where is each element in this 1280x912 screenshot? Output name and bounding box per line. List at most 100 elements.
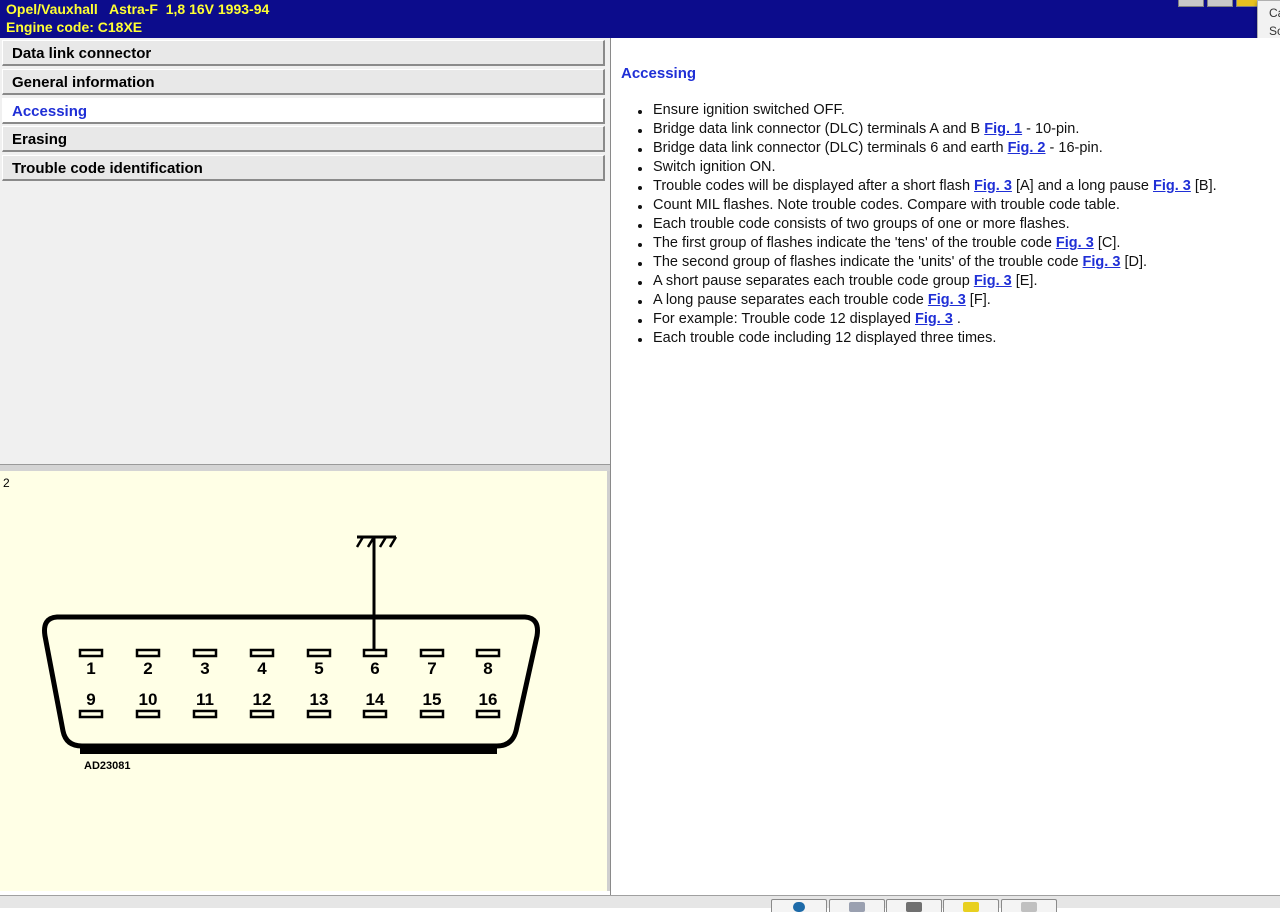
- figure-link[interactable]: Fig. 3: [974, 273, 1012, 289]
- instruction-text: Bridge data link connector (DLC) termina…: [653, 121, 985, 137]
- nav-item-trouble-code-identification[interactable]: Trouble code identification: [2, 155, 605, 181]
- globe-icon: [793, 902, 805, 912]
- instruction-text: - 10-pin.: [1022, 121, 1080, 137]
- pin-slot: [419, 648, 445, 658]
- pin-slot: [192, 648, 218, 658]
- engine-code: Engine code: C18XE: [6, 19, 143, 35]
- instruction-text: [E].: [1011, 273, 1038, 289]
- note-icon: [963, 902, 979, 912]
- instruction-item: For example: Trouble code 12 displayed F…: [637, 311, 1217, 330]
- pin-slot: [135, 648, 161, 658]
- figure-code: AD23081: [84, 760, 131, 772]
- instruction-item: The first group of flashes indicate the …: [637, 235, 1217, 254]
- print-icon: [906, 902, 922, 912]
- dlc-connector-diagram: 1 2 3 4 5 6 7 89 10 11 12 13 14 15 16: [42, 535, 540, 754]
- instruction-text: Each trouble code including 12 displayed…: [653, 330, 997, 346]
- nav-item-erasing[interactable]: Erasing: [2, 126, 605, 152]
- instruction-item: Bridge data link connector (DLC) termina…: [637, 121, 1217, 140]
- nav-item-label: General information: [12, 74, 155, 91]
- window-button-1[interactable]: [1178, 0, 1204, 7]
- instruction-text: Switch ignition ON.: [653, 159, 776, 175]
- instruction-item: Ensure ignition switched OFF.: [637, 102, 1217, 121]
- content-pane: Accessing Ensure ignition switched OFF. B…: [611, 38, 1280, 896]
- pin-label: 1: [86, 659, 95, 678]
- instruction-text: A short pause separates each trouble cod…: [653, 273, 974, 289]
- document-icon: [1021, 902, 1037, 912]
- window-button-2[interactable]: [1207, 0, 1233, 7]
- side-tip-line: Sc: [1269, 24, 1280, 38]
- pin-slot: [78, 648, 104, 658]
- instruction-text: [C].: [1093, 235, 1121, 251]
- figure-number: 2: [3, 476, 10, 490]
- nav-item-label: Data link connector: [12, 45, 152, 62]
- nav-item-data-link-connector[interactable]: Data link connector: [2, 40, 605, 66]
- bottom-toolbar: [0, 895, 1280, 912]
- figure-link[interactable]: Fig. 3: [1083, 254, 1121, 270]
- pin-slot: [362, 648, 388, 658]
- nav-item-general-information[interactable]: General information: [2, 69, 605, 95]
- figure-link[interactable]: Fig. 3: [915, 311, 953, 327]
- nav-item-label: Erasing: [12, 131, 68, 148]
- instruction-text: [B].: [1190, 178, 1217, 194]
- instruction-text: Count MIL flashes. Note trouble codes. C…: [653, 197, 1120, 213]
- figure-link[interactable]: Fig. 1: [984, 121, 1022, 137]
- pin-label: 11: [196, 690, 214, 709]
- pin-label: 14: [366, 690, 385, 709]
- instruction-item: Bridge data link connector (DLC) termina…: [637, 140, 1217, 159]
- pin-slot: [475, 709, 501, 719]
- instruction-list: Ensure ignition switched OFF. Bridge data…: [637, 102, 1217, 349]
- pencil-button[interactable]: [829, 899, 885, 912]
- nav-item-label: Accessing: [12, 103, 88, 120]
- content-title: Accessing: [621, 65, 697, 82]
- figure-link[interactable]: Fig. 3: [1056, 235, 1094, 251]
- instruction-text: - 16-pin.: [1045, 140, 1103, 156]
- note-button[interactable]: [943, 899, 999, 912]
- globe-button[interactable]: [771, 899, 827, 912]
- pin-label: 7: [427, 659, 436, 678]
- instruction-item: A long pause separates each trouble code…: [637, 292, 1217, 311]
- pin-slot: [362, 709, 388, 719]
- pin-label: 16: [479, 690, 498, 709]
- pin-slot: [249, 709, 275, 719]
- pin-label: 3: [200, 659, 209, 678]
- pin-label: 8: [483, 659, 492, 678]
- instruction-item: A short pause separates each trouble cod…: [637, 273, 1217, 292]
- print-button[interactable]: [886, 899, 942, 912]
- title-bar: Opel/Vauxhall Astra-F 1,8 16V 1993-94 En…: [0, 0, 1280, 38]
- pin-slot: [419, 709, 445, 719]
- instruction-item: The second group of flashes indicate the…: [637, 254, 1217, 273]
- instruction-text: The first group of flashes indicate the …: [653, 235, 1056, 251]
- instruction-text: [A] and a long pause: [1011, 178, 1153, 194]
- nav-item-accessing[interactable]: Accessing: [2, 98, 605, 124]
- vehicle-title: Opel/Vauxhall Astra-F 1,8 16V 1993-94: [6, 1, 270, 17]
- pin-slot: [192, 709, 218, 719]
- pin-label: 5: [314, 659, 323, 678]
- pin-label: 10: [139, 690, 158, 709]
- navigation-panel: Data link connector General information …: [0, 38, 612, 466]
- instruction-item: Count MIL flashes. Note trouble codes. C…: [637, 197, 1217, 216]
- pin-label: 9: [86, 690, 95, 709]
- pin-label: 6: [370, 659, 379, 678]
- instruction-text: Trouble codes will be displayed after a …: [653, 178, 975, 194]
- connector-outline: [42, 614, 540, 749]
- document-button[interactable]: [1001, 899, 1057, 912]
- pin-label: 12: [253, 690, 272, 709]
- pin-label: 4: [257, 659, 267, 678]
- instruction-text: Bridge data link connector (DLC) termina…: [653, 140, 1008, 156]
- figure-link[interactable]: Fig. 3: [928, 292, 966, 308]
- instruction-text: Each trouble code consists of two groups…: [653, 216, 1070, 232]
- pencil-icon: [849, 902, 865, 912]
- figure-link[interactable]: Fig. 2: [1008, 140, 1046, 156]
- pin-slot: [475, 648, 501, 658]
- pin-slot: [78, 709, 104, 719]
- side-tip-line: Ca: [1269, 6, 1280, 20]
- figure-link[interactable]: Fig. 3: [974, 178, 1012, 194]
- pin-slot: [249, 648, 275, 658]
- instruction-text: A long pause separates each trouble code: [653, 292, 928, 308]
- instruction-text: For example: Trouble code 12 displayed: [653, 311, 915, 327]
- instruction-text: .: [952, 311, 961, 327]
- nav-item-label: Trouble code identification: [12, 160, 203, 177]
- pin-label: 15: [423, 690, 442, 709]
- figure-link[interactable]: Fig. 3: [1153, 178, 1191, 194]
- instruction-item: Switch ignition ON.: [637, 159, 1217, 178]
